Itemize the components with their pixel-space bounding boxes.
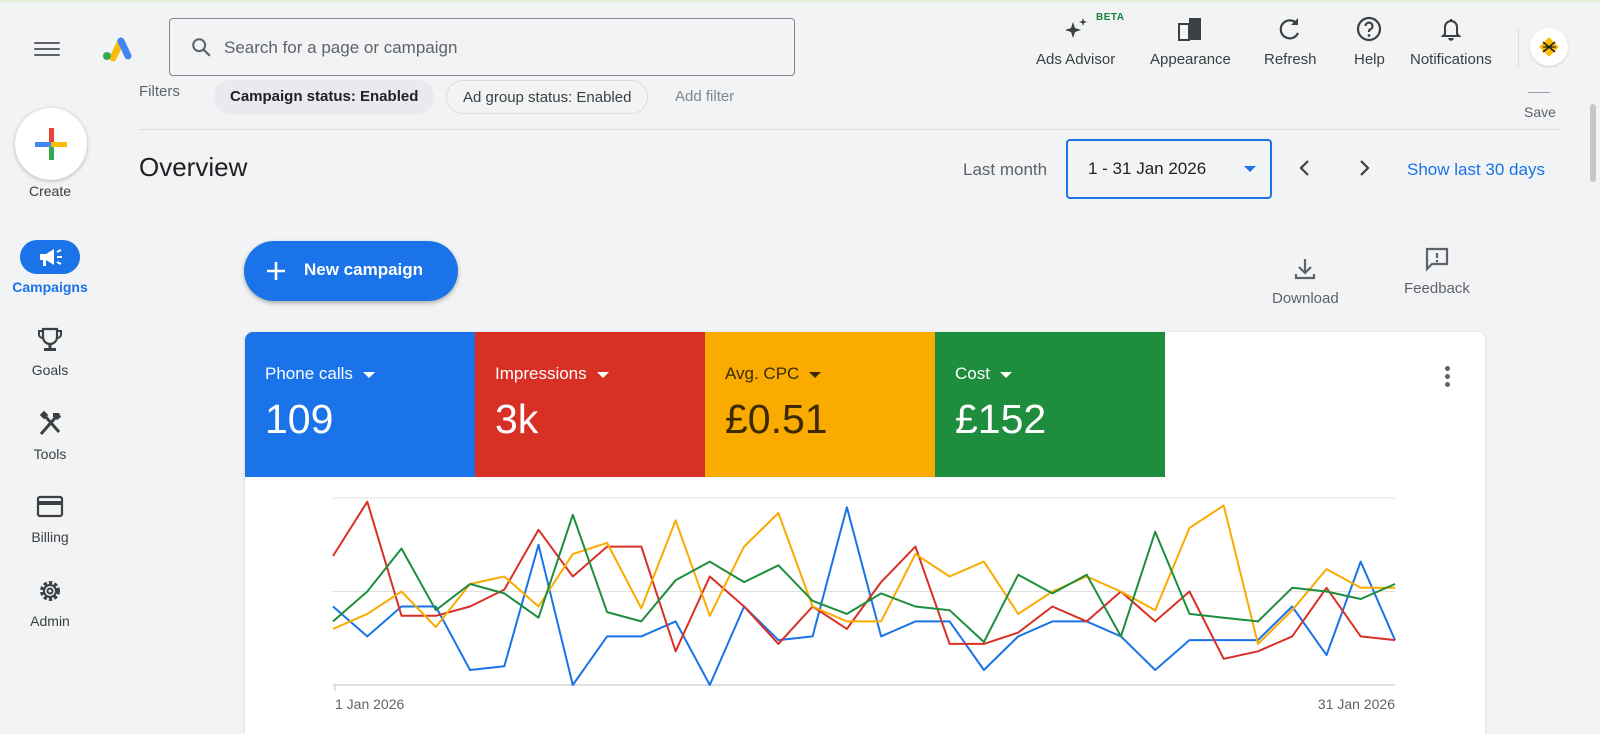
previous-period-icon[interactable] — [1293, 156, 1317, 180]
filters-label: Filters — [139, 83, 180, 100]
search-input[interactable] — [222, 33, 776, 63]
credit-card-icon — [20, 490, 80, 524]
create-label: Create — [28, 183, 72, 199]
chevron-down-icon — [809, 371, 822, 378]
google-ads-logo[interactable] — [100, 34, 134, 62]
metric-value: 3k — [495, 396, 539, 442]
date-range-value: 1 - 31 Jan 2026 — [1088, 159, 1207, 178]
save-icon-edge — [1528, 92, 1550, 93]
metric-name: Cost — [955, 364, 1012, 384]
chevron-down-icon — [999, 371, 1012, 378]
bell-icon — [1440, 19, 1462, 41]
download-icon — [1295, 259, 1316, 280]
sidebar-item-campaigns-label: Campaigns — [12, 279, 88, 295]
gear-icon — [20, 574, 80, 608]
search-icon — [192, 38, 211, 57]
tools-icon — [20, 407, 80, 441]
refresh-label: Refresh — [1264, 51, 1317, 68]
sidebar-item-tools-label: Tools — [33, 446, 67, 462]
colorful-plus-icon — [35, 128, 67, 160]
appearance-button[interactable]: Appearance — [1150, 14, 1231, 68]
sidebar-item-campaigns[interactable]: Campaigns — [0, 240, 100, 295]
period-label: Last month — [963, 160, 1048, 179]
beta-badge: BETA — [1096, 12, 1125, 23]
ads-advisor-label: Ads Advisor — [1036, 51, 1116, 68]
feedback-icon — [1425, 247, 1449, 272]
megaphone-icon — [20, 240, 80, 274]
new-campaign-button[interactable]: New campaign — [244, 241, 458, 301]
performance-line-chart: 1 Jan 2026 31 Jan 2026 — [332, 497, 1396, 712]
filter-chip-campaign-status[interactable]: Campaign status: Enabled — [214, 80, 435, 114]
notifications-button[interactable]: Notifications — [1410, 14, 1492, 68]
metric-name: Impressions — [495, 364, 609, 384]
series-line-1 — [332, 500, 1396, 660]
chevron-down-icon — [362, 371, 375, 378]
sidebar-item-billing-label: Billing — [31, 529, 69, 545]
x-axis-end-label: 31 Jan 2026 — [1318, 696, 1395, 712]
metric-tile-avg-cpc[interactable]: Avg. CPC £0.51 — [705, 332, 935, 477]
top-accent-line — [0, 0, 1600, 2]
plus-icon — [267, 262, 285, 280]
main-menu-button[interactable] — [34, 38, 60, 58]
page-title: Overview — [139, 152, 248, 182]
metric-tile-cost[interactable]: Cost £152 — [935, 332, 1165, 477]
sparkle-icon — [1064, 18, 1087, 38]
header-divider — [1518, 28, 1519, 68]
appearance-label: Appearance — [1150, 51, 1231, 68]
performance-card: Phone calls 109 Impressions 3k Avg. CPC … — [245, 332, 1485, 734]
sidebar-item-goals-label: Goals — [31, 362, 69, 378]
more-options-icon[interactable] — [1442, 366, 1452, 392]
appearance-icon — [1178, 18, 1202, 41]
metric-value: 109 — [265, 396, 334, 442]
sidebar-item-tools[interactable]: Tools — [0, 407, 100, 462]
scrollbar-thumb[interactable] — [1590, 104, 1596, 182]
sidebar-item-goals[interactable]: Goals — [0, 323, 100, 378]
help-icon — [1357, 16, 1382, 42]
new-campaign-label: New campaign — [304, 260, 424, 279]
chevron-down-icon — [1244, 166, 1256, 172]
download-label: Download — [1272, 290, 1339, 307]
metric-tile-phone-calls[interactable]: Phone calls 109 — [245, 332, 475, 477]
x-axis-start-label: 1 Jan 2026 — [335, 696, 404, 712]
filter-chip-ad-group-status[interactable]: Ad group status: Enabled — [446, 80, 649, 114]
chevron-down-icon — [596, 371, 609, 378]
sidebar-item-billing[interactable]: Billing — [0, 490, 100, 545]
next-period-icon[interactable] — [1352, 156, 1376, 180]
download-button[interactable]: Download — [1272, 256, 1339, 307]
feedback-button[interactable]: Feedback — [1404, 246, 1470, 297]
metric-value: £152 — [955, 396, 1047, 442]
metric-name: Phone calls — [265, 364, 375, 384]
filter-separator — [139, 129, 1560, 130]
help-button[interactable]: Help — [1354, 14, 1385, 68]
add-filter-button[interactable]: Add filter — [675, 88, 734, 105]
account-avatar-icon — [1539, 37, 1559, 57]
metric-name: Avg. CPC — [725, 364, 822, 384]
show-last-30-days-link[interactable]: Show last 30 days — [1407, 160, 1545, 180]
trophy-icon — [20, 323, 80, 357]
account-avatar[interactable] — [1530, 28, 1568, 66]
search-box[interactable] — [169, 18, 795, 76]
sidebar-item-admin-label: Admin — [30, 613, 70, 629]
refresh-icon — [1279, 18, 1300, 40]
refresh-button[interactable]: Refresh — [1264, 14, 1317, 68]
help-label: Help — [1354, 51, 1385, 68]
metric-tile-impressions[interactable]: Impressions 3k — [475, 332, 705, 477]
create-button[interactable] — [15, 108, 87, 180]
feedback-label: Feedback — [1404, 280, 1470, 297]
save-button[interactable]: Save — [1524, 104, 1556, 120]
metric-value: £0.51 — [725, 396, 828, 442]
date-range-select[interactable]: 1 - 31 Jan 2026 — [1066, 139, 1272, 199]
sidebar-item-admin[interactable]: Admin — [0, 574, 100, 629]
notifications-label: Notifications — [1410, 51, 1492, 68]
